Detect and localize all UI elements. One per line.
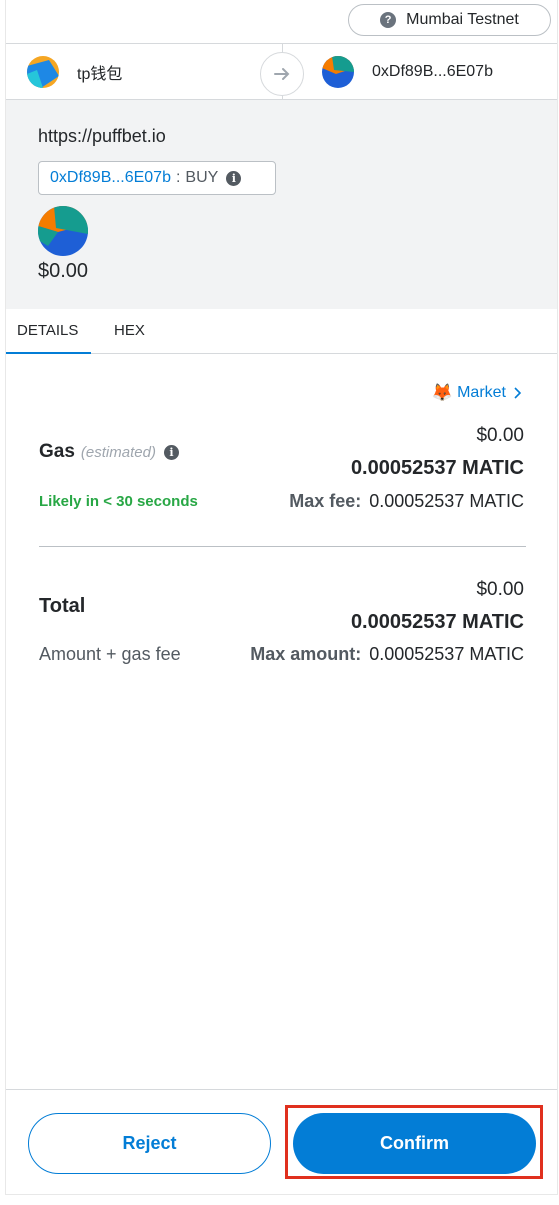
market-label: Market <box>457 384 506 401</box>
tab-hex[interactable]: HEX <box>114 322 145 339</box>
sender-name: tp钱包 <box>77 66 123 83</box>
method-name: BUY <box>185 169 219 186</box>
max-fee-value: 0.00052537 MATIC <box>369 491 524 511</box>
gas-label: Gas <box>39 441 75 462</box>
method-badge[interactable]: 0xDf89B...6E07b : BUY i <box>38 161 276 195</box>
market-link[interactable]: 🦊 Market <box>432 383 524 403</box>
gas-info-icon[interactable]: i <box>163 444 179 460</box>
sender-recipient: tp钱包 0xDf89B...6E07b <box>6 44 557 100</box>
method-separator: : <box>175 169 181 186</box>
recipient-avatar <box>322 56 354 88</box>
max-fee: Max fee: 0.00052537 MATIC <box>289 491 524 512</box>
max-amount: Max amount: 0.00052537 MATIC <box>250 644 524 665</box>
chevron-right-icon <box>514 387 522 399</box>
max-fee-label: Max fee: <box>289 491 362 511</box>
recipient-address: 0xDf89B...6E07b <box>372 63 493 80</box>
recipient-account[interactable]: 0xDf89B...6E07b <box>322 56 493 88</box>
contract-address-link[interactable]: 0xDf89B...6E07b <box>50 169 171 187</box>
gas-timing: Likely in < 30 seconds <box>39 493 198 510</box>
origin-url: https://puffbet.io <box>38 126 166 146</box>
active-tab-indicator <box>6 352 91 354</box>
confirm-highlight-box <box>285 1105 543 1179</box>
gas-estimated-label: (estimated) <box>80 443 156 461</box>
network-bar: ? Mumbai Testnet <box>6 0 557 44</box>
network-label: Mumbai Testnet <box>406 11 519 28</box>
total-label: Total <box>39 595 86 617</box>
question-icon: ? <box>380 12 397 28</box>
total-native-value: 0.00052537 MATIC <box>350 611 524 633</box>
max-amount-value: 0.00052537 MATIC <box>369 644 524 664</box>
total-sub-label: Amount + gas fee <box>39 644 181 664</box>
info-icon[interactable]: i <box>226 170 242 186</box>
total-fiat-value: $0.00 <box>476 579 524 600</box>
section-divider <box>39 546 526 547</box>
confirm-transaction-popup: ? Mumbai Testnet tp钱包 0xDf89B...6E07b ht… <box>5 0 558 1195</box>
reject-button[interactable]: Reject <box>28 1113 271 1174</box>
sender-avatar <box>27 56 59 88</box>
max-amount-label: Max amount: <box>250 644 362 664</box>
gas-native-value: 0.00052537 MATIC <box>350 457 524 479</box>
tab-details[interactable]: DETAILS <box>17 322 78 339</box>
contract-avatar <box>38 206 88 256</box>
arrow-right-icon <box>260 52 304 96</box>
transaction-amount: $0.00 <box>38 260 89 282</box>
transaction-origin: https://puffbet.io 0xDf89B...6E07b : BUY… <box>6 100 557 309</box>
gas-fiat-value: $0.00 <box>476 425 524 446</box>
fox-icon: 🦊 <box>431 383 454 402</box>
gas-row-label: Gas (estimated) i <box>39 441 179 463</box>
sender-account[interactable]: tp钱包 <box>27 56 122 88</box>
network-selector[interactable]: ? Mumbai Testnet <box>348 4 551 36</box>
details-tabs: DETAILS HEX <box>6 309 557 354</box>
